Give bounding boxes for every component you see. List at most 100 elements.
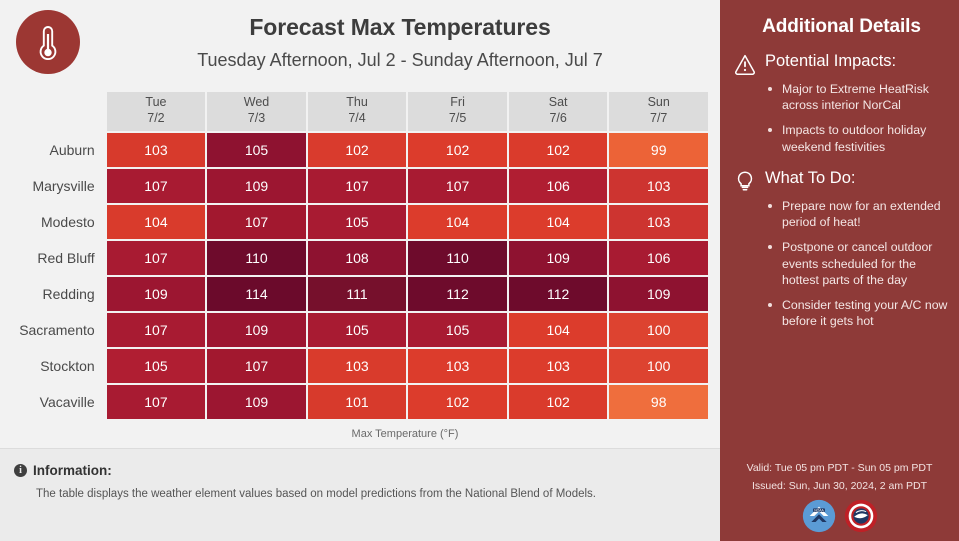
sidebar-section-title: Potential Impacts:	[765, 52, 897, 70]
agency-logos: NOAA	[720, 499, 959, 533]
forecast-table: Tue 7/2 Wed 7/3 Thu 7/4 Fri 7/5 Sat 7/6 Sun 7/7 Aub…	[0, 90, 710, 421]
page-subtitle: Tuesday Afternoon, Jul 2 - Sunday Aftern…	[197, 49, 603, 70]
table-row: Auburn 103 105 102 102 102 99	[2, 133, 708, 167]
column-header-day: Fri	[450, 95, 465, 110]
sidebar-title: Additional Details	[762, 16, 921, 37]
temp-cell: 101	[307, 385, 407, 419]
noaa-logo: NOAA	[802, 499, 835, 533]
temp-cell: 104	[106, 205, 206, 239]
temp-cell: 109	[207, 385, 306, 419]
temp-cell: 114	[207, 277, 306, 311]
temp-cell: 103	[609, 205, 708, 239]
list-item: Major to Extreme HeatRisk across interio…	[768, 81, 949, 113]
temp-cell: 98	[609, 385, 708, 419]
temp-cell: 102	[508, 385, 608, 419]
temp-cell: 107	[408, 169, 507, 203]
temp-cell: 100	[609, 313, 708, 347]
sidebar-bullet-list: Major to Extreme HeatRisk across interio…	[734, 81, 949, 155]
column-header-thu: Thu 7/4	[307, 92, 407, 131]
row-label-marysville: Marysville	[32, 178, 95, 194]
additional-details-sidebar: Additional Details Potential Impacts: Maj…	[720, 0, 959, 541]
temp-cell: 102	[508, 133, 608, 167]
column-header-fri: Fri 7/5	[408, 92, 507, 131]
row-label-red-bluff: Red Bluff	[37, 250, 95, 266]
temp-cell: 103	[106, 133, 206, 167]
temp-cell: 108	[307, 241, 407, 275]
sidebar-sections: Potential Impacts: Major to Extreme HeatR…	[734, 52, 949, 329]
temp-cell: 109	[207, 313, 306, 347]
title-block: Forecast Max Temperatures Tuesday Aftern…	[90, 8, 710, 71]
temp-cell: 102	[408, 385, 507, 419]
temp-cell: 112	[508, 277, 608, 311]
list-item: Impacts to outdoor holiday weekend festi…	[768, 122, 949, 154]
information-heading: Information:	[33, 463, 112, 478]
table-body: Auburn 103 105 102 102 102 99 Marysville 107 109 1…	[2, 133, 708, 419]
list-item: Consider testing your A/C now before it …	[768, 297, 949, 329]
nws-logo	[844, 499, 877, 533]
column-header-day: Tue	[145, 95, 167, 110]
row-label-redding: Redding	[42, 286, 95, 302]
svg-text:NOAA: NOAA	[814, 508, 824, 512]
info-icon: i	[14, 464, 27, 477]
temp-cell: 111	[307, 277, 407, 311]
temp-cell: 105	[106, 349, 206, 383]
table-row: Red Bluff 107 110 108 110 109 106	[2, 241, 708, 275]
sidebar-section-title: What To Do:	[765, 168, 856, 187]
list-item: Prepare now for an extended period of he…	[768, 198, 949, 230]
column-header-wed: Wed 7/3	[207, 92, 306, 131]
sidebar-section-header: Potential Impacts:	[734, 52, 949, 75]
row-label-stockton: Stockton	[40, 358, 95, 374]
table-header-row: Tue 7/2 Wed 7/3 Thu 7/4 Fri 7/5 Sat 7/6 Sun 7/7	[2, 92, 708, 131]
lightbulb-icon	[737, 171, 753, 191]
information-bar: i Information: The table displays the we…	[0, 448, 720, 541]
temp-cell: 109	[609, 277, 708, 311]
temp-cell: 104	[408, 205, 507, 239]
temp-cell: 109	[106, 277, 206, 311]
column-header-date: 7/2	[147, 111, 165, 125]
table-row: Modesto 104 107 105 104 104 103	[2, 205, 708, 239]
column-header-day: Sat	[548, 95, 568, 110]
temp-cell: 106	[508, 169, 608, 203]
column-header-tue: Tue 7/2	[106, 92, 206, 131]
temp-cell: 105	[408, 313, 507, 347]
information-heading-row: i Information:	[14, 463, 702, 478]
temp-cell: 109	[207, 169, 306, 203]
table-row: Stockton 105 107 103 103 103 100	[2, 349, 708, 383]
column-header-date: 7/6	[549, 111, 567, 125]
table-row: Sacramento 107 109 105 105 104 100	[2, 313, 708, 347]
table-row: Vacaville 107 109 101 102 102 98	[2, 385, 708, 419]
table-row: Marysville 107 109 107 107 106 103	[2, 169, 708, 203]
main-panel: Forecast Max Temperatures Tuesday Aftern…	[0, 0, 720, 541]
column-header-date: 7/4	[348, 111, 366, 125]
thermometer-badge	[16, 10, 80, 74]
temp-cell: 104	[508, 313, 608, 347]
forecast-table-wrap: Tue 7/2 Wed 7/3 Thu 7/4 Fri 7/5 Sat 7/6 Sun 7/7 Aub…	[0, 90, 710, 440]
temp-cell: 99	[609, 133, 708, 167]
temp-cell: 107	[106, 385, 206, 419]
temp-cell: 107	[207, 205, 306, 239]
column-header-date: 7/3	[247, 111, 266, 125]
column-header-date: 7/7	[650, 111, 668, 125]
issued-time: Issued: Sun, Jun 30, 2024, 2 am PDT	[751, 479, 928, 492]
temp-cell: 107	[106, 169, 206, 203]
row-label-auburn: Auburn	[49, 142, 95, 158]
temp-cell: 107	[106, 313, 206, 347]
thermometer-icon	[39, 26, 57, 60]
row-label-modesto: Modesto	[40, 214, 95, 230]
temp-cell: 102	[307, 133, 407, 167]
temp-cell: 100	[609, 349, 708, 383]
column-header-date: 7/5	[448, 111, 467, 125]
forecast-graphic: Forecast Max Temperatures Tuesday Aftern…	[0, 0, 959, 541]
table-row: Redding 109 114 111 112 112 109	[2, 277, 708, 311]
column-header-sun: Sun 7/7	[609, 92, 708, 131]
table-head: Tue 7/2 Wed 7/3 Thu 7/4 Fri 7/5 Sat 7/6 Sun 7/7	[2, 92, 708, 131]
sidebar-bullet-list: Prepare now for an extended period of he…	[734, 198, 949, 330]
temp-cell: 106	[609, 241, 708, 275]
sidebar-footer: Valid: Tue 05 pm PDT - Sun 05 pm PDT Iss…	[720, 461, 959, 533]
temp-cell: 103	[508, 349, 608, 383]
temp-cell: 107	[207, 349, 306, 383]
temp-cell: 103	[408, 349, 507, 383]
column-header-day: Wed	[243, 95, 270, 110]
temp-cell: 102	[408, 133, 507, 167]
valid-time: Valid: Tue 05 pm PDT - Sun 05 pm PDT	[746, 461, 933, 474]
